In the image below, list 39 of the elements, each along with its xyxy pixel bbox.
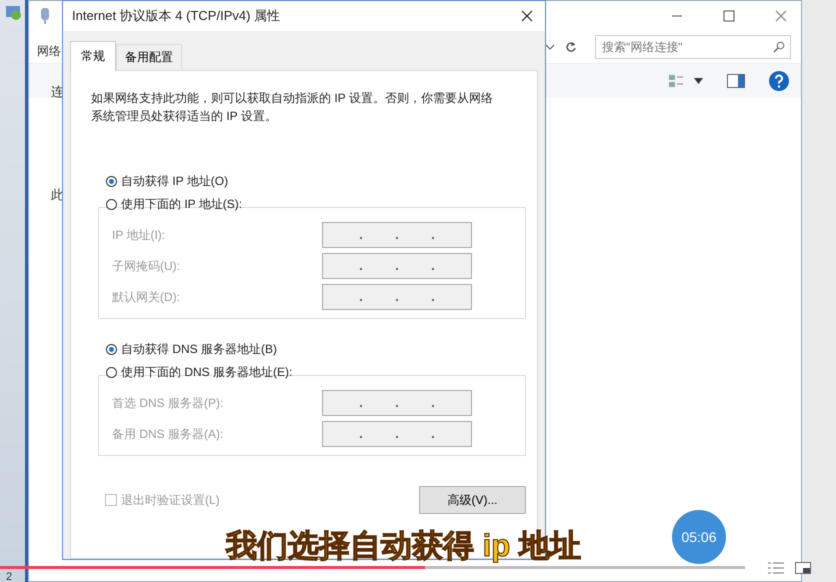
field-label: 子网掩码(U): [112,258,180,274]
option-label[interactable]: 使用下面的 DNS 服务器地址(E): [121,364,292,380]
status-text: 2 [6,571,12,582]
adapter-icon [39,7,51,25]
tab[interactable]: 备用配置 [116,44,182,70]
radio-button[interactable] [106,198,117,210]
refresh-icon[interactable] [565,41,577,53]
advanced-button[interactable]: 高级(V)... [419,486,526,514]
ip-address-field[interactable] [322,222,472,248]
field-label: IP 地址(I): [112,226,166,244]
radio-button[interactable] [106,176,117,186]
view-options-icon[interactable] [668,73,684,89]
ip-address-field[interactable] [322,421,472,447]
ip-address-field[interactable] [322,390,472,416]
miniplayer-icon[interactable] [795,562,811,574]
network-icon [5,4,23,22]
tab-label[interactable]: 网络 [37,43,61,60]
ip-address-field[interactable] [322,253,472,279]
description-text: 如果网络支持此功能，则可以获取自动指派的 IP 设置。否则，你需要从网络系统管理员处获得适当的 IP 设置。 [91,90,494,125]
tab[interactable]: 常规 [70,41,116,71]
dropdown-icon[interactable] [694,78,703,84]
maximize-icon[interactable] [723,10,735,22]
option-label[interactable]: 自动获得 DNS 服务器地址(B) [121,340,277,358]
field-label: 首选 DNS 服务器(P): [112,394,224,412]
playlist-icon[interactable] [768,562,784,574]
radio-button[interactable] [106,366,117,378]
field-label: 默认网关(D): [112,288,180,306]
close-icon[interactable] [521,10,533,22]
radio-button[interactable] [106,344,117,354]
dropdown-icon[interactable] [545,43,555,51]
ip-address-field[interactable] [322,284,472,310]
option-label[interactable]: 使用下面的 IP 地址(S): [121,196,242,212]
search-field[interactable]: 搜索"网络连接" [595,35,791,59]
dialog-title: Internet 协议版本 4 (TCP/IPv4) 属性 [72,7,280,25]
option-label[interactable]: 自动获得 IP 地址(O) [121,172,228,190]
help-icon[interactable] [769,71,789,91]
field-label: 备用 DNS 服务器(A): [112,426,224,442]
preview-pane-icon[interactable] [727,74,745,88]
search-icon [773,41,785,53]
